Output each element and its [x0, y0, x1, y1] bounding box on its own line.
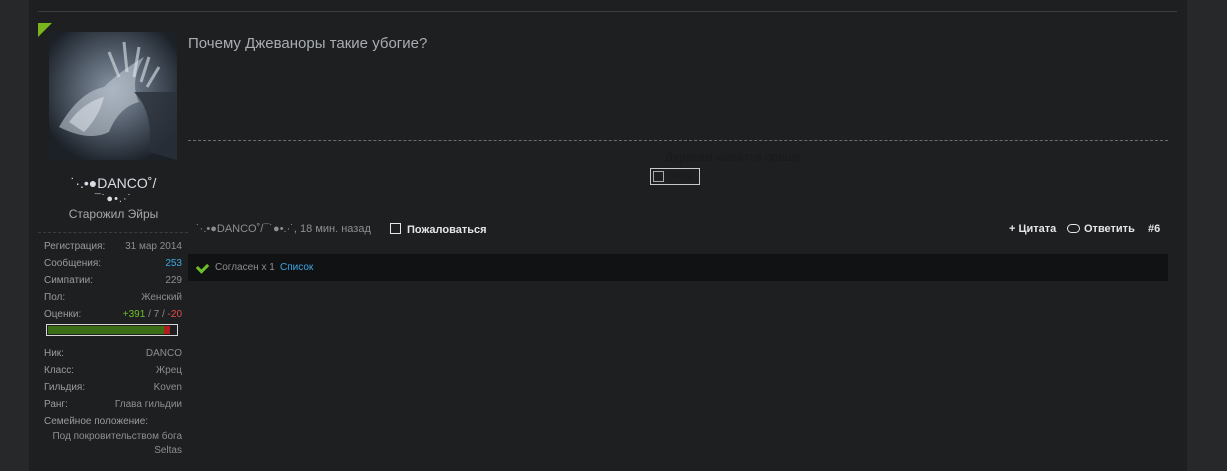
field-value: Koven [153, 382, 182, 393]
stat-label: Симпатии: [44, 275, 93, 286]
user-title: Старожил Эйры [68, 207, 159, 221]
quote-button[interactable]: + Цитата [1009, 223, 1056, 235]
ratings-neutral: / 7 / [145, 309, 168, 320]
sidebar-divider [38, 232, 188, 233]
ratings-negative: -20 [167, 309, 182, 320]
field-guild: Гильдия: Koven [44, 381, 182, 395]
avatar[interactable] [49, 32, 177, 160]
reply-button[interactable]: Ответить [1067, 223, 1135, 235]
field-nick: Ник: DANCO [44, 347, 182, 361]
signature-divider [188, 140, 1168, 141]
report-button[interactable]: Пожаловаться [390, 223, 487, 236]
check-icon [195, 260, 210, 274]
stat-registration: Регистрация: 31 мар 2014 [44, 240, 182, 254]
likes-list-link[interactable]: Список [280, 262, 313, 273]
field-label: Семейное положение: [44, 416, 149, 427]
broken-image-icon [653, 171, 664, 182]
field-value: Жрец [155, 365, 182, 376]
stat-value: 229 [165, 275, 182, 286]
speech-bubble-icon [1067, 224, 1080, 233]
field-rank: Ранг: Глава гильдии [44, 398, 182, 412]
post-number-link[interactable]: #6 [1148, 223, 1160, 235]
stat-label: Регистрация: [44, 241, 106, 252]
rating-bar [46, 324, 178, 336]
signature-text: Дуракам живётся проще [664, 150, 802, 164]
top-divider [38, 11, 1177, 12]
stat-value: 31 мар 2014 [125, 241, 182, 252]
stat-messages: Сообщения: 253 [44, 257, 182, 271]
ratings-value: +391 / 7 / -20 [123, 308, 182, 322]
post-message: Почему Джеваноры такие убогие? [188, 35, 428, 52]
rating-bar-fill [48, 326, 170, 334]
report-icon [390, 223, 401, 234]
field-label: Гильдия: [44, 382, 86, 393]
field-label: Ник: [44, 348, 64, 359]
signature-image: [IMG] [650, 168, 700, 185]
field-value: DANCO [145, 348, 182, 359]
field-label: Ранг: [44, 399, 68, 410]
username-line2: ¯˙●•.·˙ [94, 193, 133, 205]
stat-label: Пол: [44, 292, 66, 303]
stat-ratings: Оценки: +391 / 7 / -20 [44, 308, 182, 322]
stat-likes: Симпатии: 229 [44, 274, 182, 288]
report-label: Пожаловаться [407, 224, 487, 236]
field-class: Класс: Жрец [44, 364, 182, 378]
stat-value: Женский [141, 292, 182, 303]
stat-label: Оценки: [44, 309, 82, 320]
messages-count-link[interactable]: 253 [165, 257, 182, 271]
reply-label: Ответить [1084, 223, 1135, 235]
field-label: Класс: [44, 365, 74, 376]
likes-bar: Согласен x 1 Список [188, 254, 1168, 281]
stat-gender: Пол: Женский [44, 291, 182, 305]
family-status-value: Под покровительством бога Seltas [52, 431, 182, 456]
ratings-positive: +391 [122, 309, 146, 320]
signature-image-alt: [IMG] [668, 171, 693, 182]
likes-summary: Согласен x 1 [215, 262, 275, 273]
field-value: Глава гильдии [114, 399, 182, 410]
field-family: Семейное положение: [44, 415, 182, 429]
username[interactable]: ˙·.•●DANCO˚/ ¯˙●•.·˙ [40, 175, 187, 207]
username-line1: ˙·.•●DANCO˚/ [70, 175, 157, 191]
stat-label: Сообщения: [44, 258, 102, 269]
post-author-meta[interactable]: ˙·.•●DANCO˚/¯˙●•.·˙, 18 мин. назад [196, 223, 371, 235]
post-panel [29, 0, 1187, 471]
rating-bar-negative [163, 326, 170, 334]
dragon-avatar-image [49, 32, 177, 160]
